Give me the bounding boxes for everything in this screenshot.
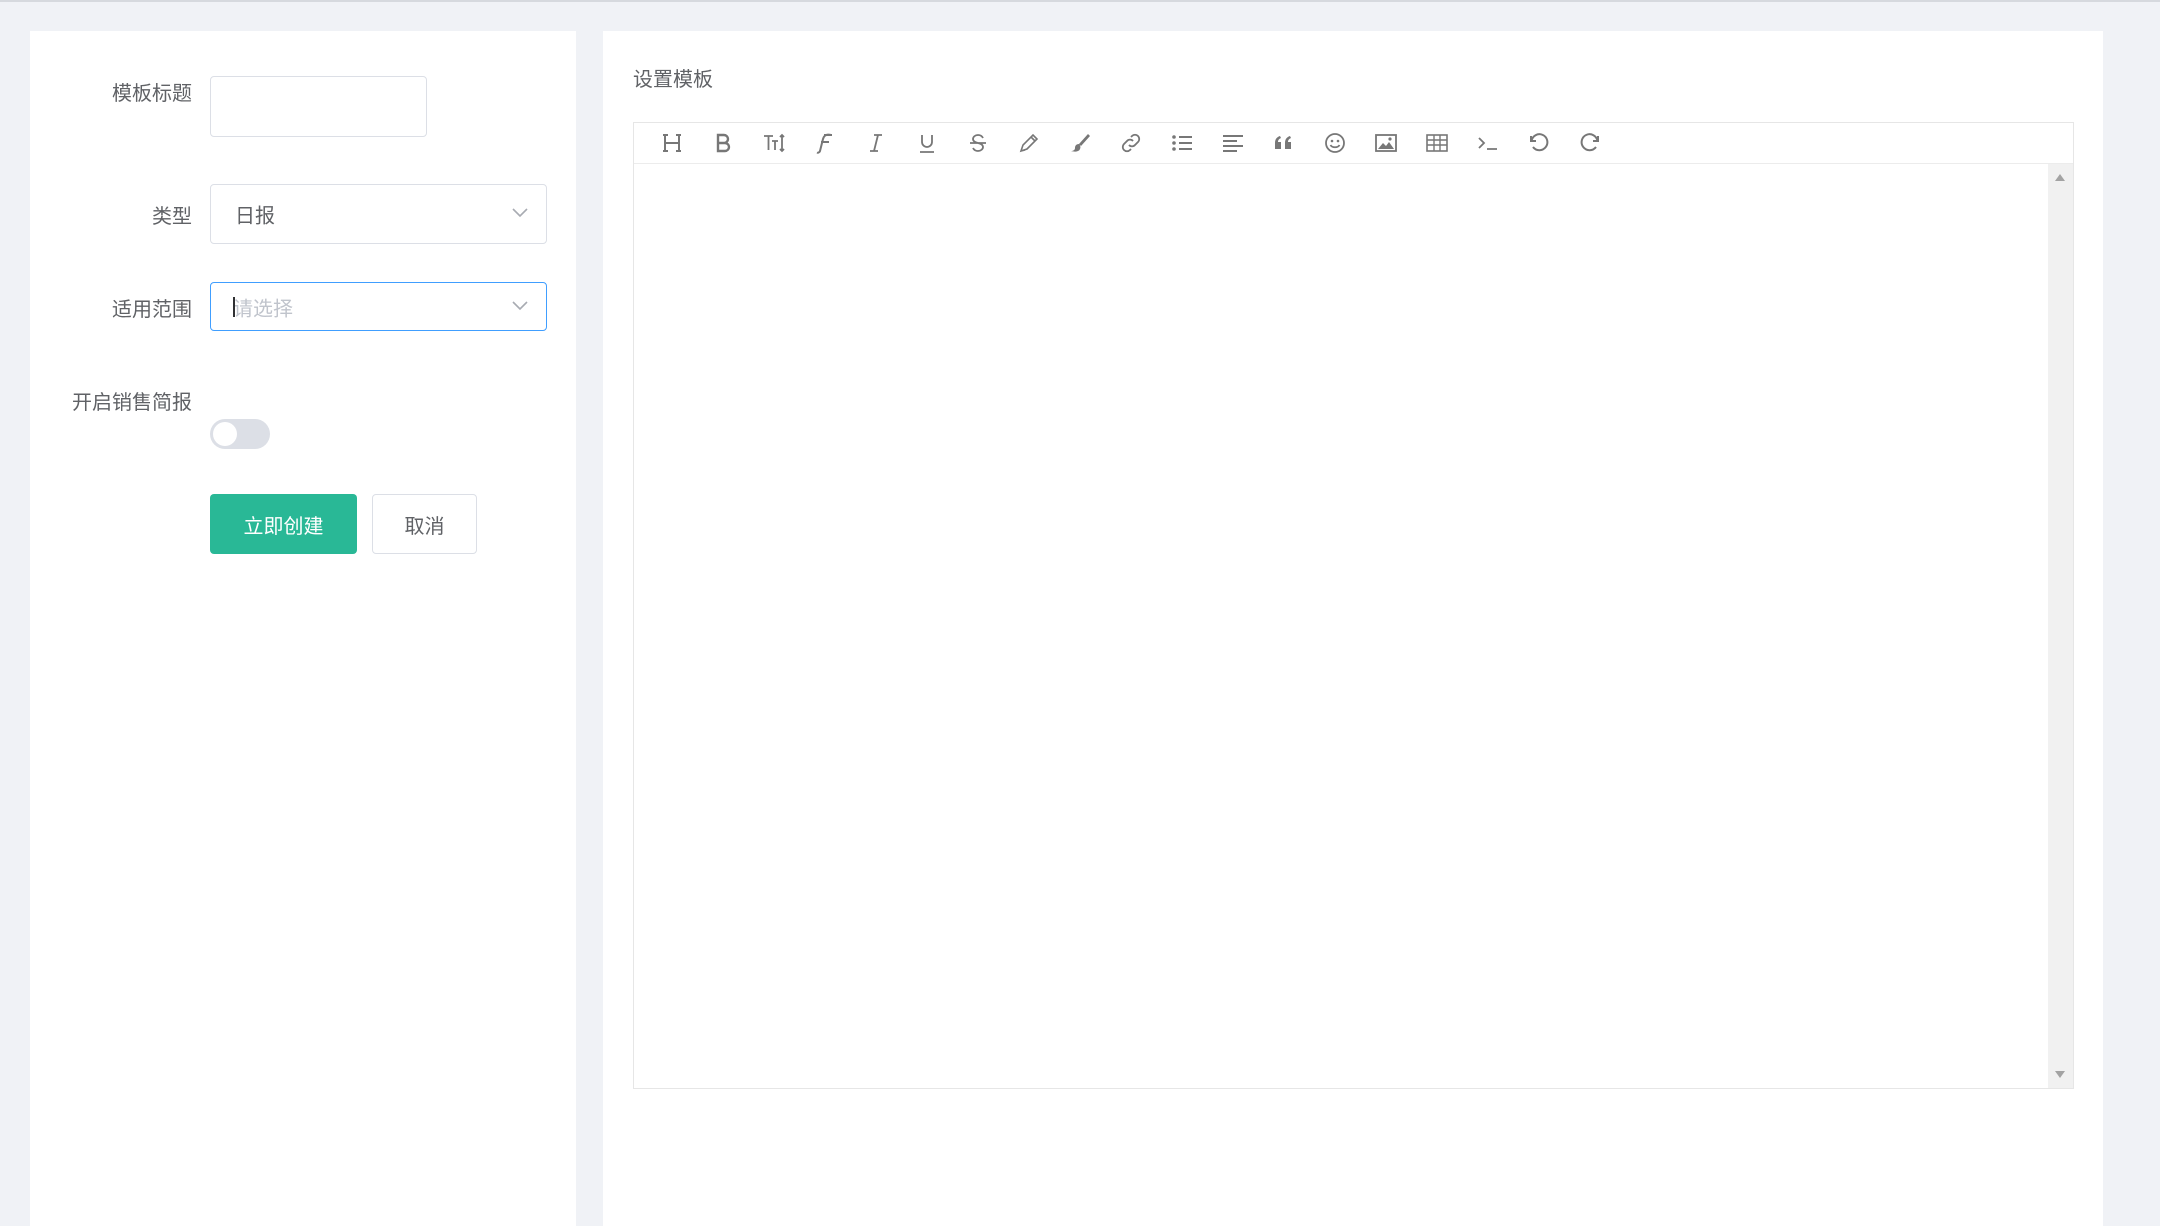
fore-color-icon[interactable] [1003, 123, 1054, 164]
create-button[interactable]: 立即创建 [210, 494, 357, 554]
list-icon[interactable] [1156, 123, 1207, 164]
italic-icon[interactable] [850, 123, 901, 164]
table-icon[interactable] [1411, 123, 1462, 164]
text-cursor [233, 296, 235, 317]
template-form-panel: 模板标题 类型 日报 适用范围 请选择 开启销售简报 立即创建 取消 [30, 31, 576, 1226]
back-color-icon[interactable] [1054, 123, 1105, 164]
emoticon-icon[interactable] [1309, 123, 1360, 164]
template-title-input[interactable] [210, 76, 427, 137]
editor-scrollbar[interactable] [2048, 164, 2073, 1088]
align-icon[interactable] [1207, 123, 1258, 164]
bold-icon[interactable] [697, 123, 748, 164]
template-editor-panel: 设置模板 [603, 31, 2103, 1226]
quote-icon[interactable] [1258, 123, 1309, 164]
scope-select[interactable]: 请选择 [210, 282, 547, 331]
rich-text-editor [633, 122, 2074, 1089]
toggle-knob [213, 422, 237, 446]
undo-icon[interactable] [1513, 123, 1564, 164]
chevron-down-icon [512, 208, 528, 218]
scope-select-placeholder: 请选择 [233, 296, 293, 320]
editor-content-area[interactable] [634, 164, 2048, 1088]
underline-icon[interactable] [901, 123, 952, 164]
strikethrough-icon[interactable] [952, 123, 1003, 164]
scroll-up-arrow[interactable] [2055, 174, 2065, 181]
section-title: 设置模板 [633, 67, 713, 91]
window-top-border [0, 0, 2160, 2]
template-title-label: 模板标题 [112, 81, 192, 105]
cancel-button[interactable]: 取消 [372, 494, 477, 554]
sales-report-toggle[interactable] [210, 419, 270, 449]
type-select[interactable]: 日报 [210, 184, 547, 244]
scroll-down-arrow[interactable] [2055, 1071, 2065, 1078]
sales-report-label: 开启销售简报 [72, 390, 192, 414]
code-icon[interactable] [1462, 123, 1513, 164]
chevron-down-icon [512, 300, 528, 310]
image-icon[interactable] [1360, 123, 1411, 164]
editor-toolbar [634, 123, 2073, 164]
scope-label: 适用范围 [112, 297, 192, 321]
font-family-icon[interactable] [799, 123, 850, 164]
heading-icon[interactable] [646, 123, 697, 164]
type-label: 类型 [152, 204, 192, 228]
link-icon[interactable] [1105, 123, 1156, 164]
font-size-icon[interactable] [748, 123, 799, 164]
type-select-value: 日报 [235, 203, 275, 228]
redo-icon[interactable] [1564, 123, 1615, 164]
